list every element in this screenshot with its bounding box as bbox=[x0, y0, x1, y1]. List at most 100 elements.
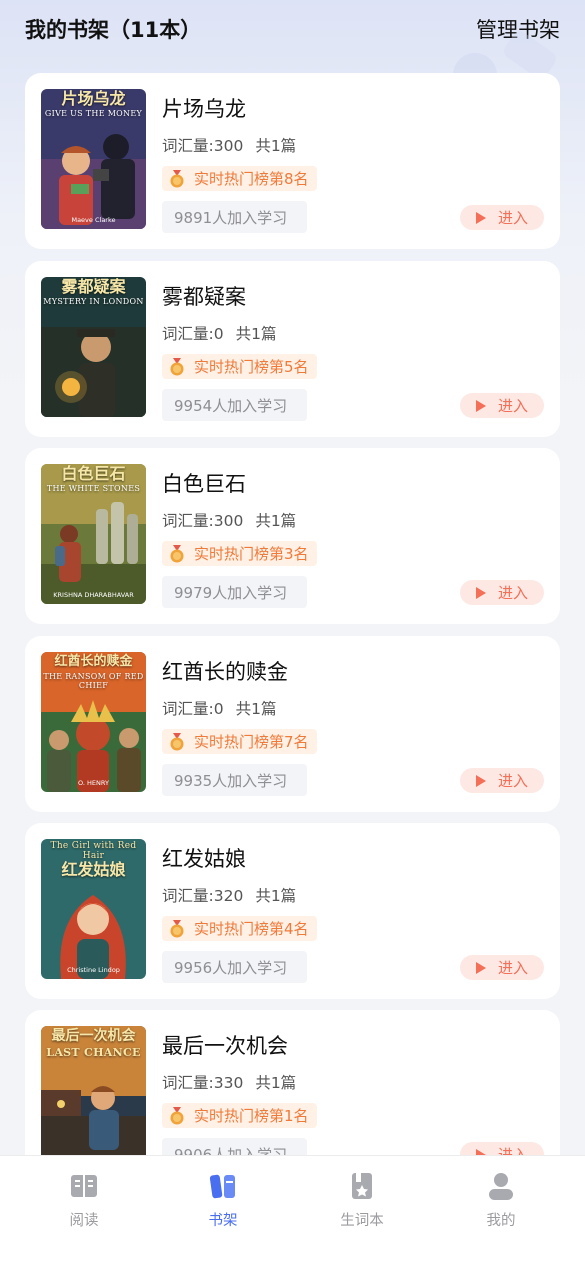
enter-label: 进入 bbox=[497, 959, 528, 977]
tab-mine[interactable]: 我的 bbox=[441, 1170, 561, 1230]
rank-text: 实时热门榜第5名 bbox=[194, 358, 309, 376]
book-card[interactable]: 红酋长的赎金 THE RANSOM OF RED CHIEF O. HENRY … bbox=[25, 636, 560, 812]
play-icon bbox=[475, 961, 486, 974]
book-card[interactable]: 白色巨石 THE WHITE STONES KRISHNA DHARABHAVA… bbox=[25, 448, 560, 624]
enter-button[interactable]: 进入 bbox=[460, 768, 544, 793]
enter-button[interactable]: 进入 bbox=[460, 580, 544, 605]
book-title[interactable]: 雾都疑案 bbox=[162, 281, 246, 311]
book-title[interactable]: 红酋长的赎金 bbox=[162, 656, 288, 686]
book-card[interactable]: 红发姑娘 The Girl with Red Hair Christine Li… bbox=[25, 823, 560, 999]
vocab-count: 词汇量:320 bbox=[162, 887, 244, 905]
rank-badge: 实时热门榜第8名 bbox=[162, 166, 317, 191]
vocab-count: 词汇量:0 bbox=[162, 325, 224, 343]
enter-label: 进入 bbox=[497, 772, 528, 790]
tab-label: 阅读 bbox=[69, 1213, 99, 1229]
cover-subtitle: MYSTERY IN LONDON bbox=[43, 297, 144, 306]
book-cover[interactable]: 最后一次机会 LAST CHANCE bbox=[41, 1026, 146, 1155]
learners-count: 9891人加入学习 bbox=[162, 201, 307, 233]
medal-icon bbox=[170, 732, 184, 750]
rank-badge: 实时热门榜第3名 bbox=[162, 541, 317, 566]
rank-text: 实时热门榜第7名 bbox=[194, 733, 309, 751]
cover-title: 红酋长的赎金 bbox=[54, 654, 133, 669]
book-meta: 词汇量:0 共1篇 bbox=[162, 322, 276, 344]
cover-title: 片场乌龙 bbox=[61, 89, 126, 108]
cover-author: KRISHNA DHARABHAVAR bbox=[53, 591, 134, 599]
enter-label: 进入 bbox=[497, 397, 528, 415]
vocab-book-icon bbox=[352, 1173, 372, 1199]
book-cover[interactable]: 红发姑娘 The Girl with Red Hair Christine Li… bbox=[41, 839, 146, 979]
book-meta: 词汇量:300 共1篇 bbox=[162, 134, 296, 156]
vocab-count: 词汇量:300 bbox=[162, 137, 244, 155]
cover-title: 雾都疑案 bbox=[61, 277, 126, 296]
play-icon bbox=[475, 774, 486, 787]
enter-label: 进入 bbox=[497, 1146, 528, 1155]
vocab-count: 词汇量:330 bbox=[162, 1074, 244, 1092]
learners-count: 9954人加入学习 bbox=[162, 389, 307, 421]
book-title[interactable]: 红发姑娘 bbox=[162, 843, 246, 873]
cover-author: Maeve Clarke bbox=[71, 216, 116, 224]
cover-title: 最后一次机会 bbox=[51, 1028, 136, 1044]
book-title[interactable]: 片场乌龙 bbox=[162, 93, 246, 123]
user-icon bbox=[489, 1173, 513, 1200]
cover-subtitle: GIVE US THE MONEY bbox=[44, 109, 143, 118]
book-meta: 词汇量:320 共1篇 bbox=[162, 884, 296, 906]
bottom-tab-bar: 阅读 书架 生词本 我的 bbox=[0, 1155, 585, 1266]
book-meta: 词汇量:330 共1篇 bbox=[162, 1071, 296, 1093]
book-card[interactable]: 片场乌龙 GIVE US THE MONEY Maeve Clarke 片场乌龙… bbox=[25, 73, 560, 249]
learners-count: 9979人加入学习 bbox=[162, 576, 307, 608]
chapter-count: 共1篇 bbox=[255, 137, 297, 155]
enter-label: 进入 bbox=[497, 209, 528, 227]
rank-text: 实时热门榜第1名 bbox=[194, 1107, 309, 1125]
play-icon bbox=[475, 399, 486, 412]
medal-icon bbox=[170, 169, 184, 187]
chapter-count: 共1篇 bbox=[255, 887, 297, 905]
enter-button[interactable]: 进入 bbox=[460, 1142, 544, 1155]
chapter-count: 共1篇 bbox=[255, 512, 297, 530]
book-cover[interactable]: 红酋长的赎金 THE RANSOM OF RED CHIEF O. HENRY bbox=[41, 652, 146, 792]
learners-count: 9956人加入学习 bbox=[162, 951, 307, 983]
bookshelf-list[interactable]: 片场乌龙 GIVE US THE MONEY Maeve Clarke 片场乌龙… bbox=[25, 73, 560, 1155]
book-meta: 词汇量:0 共1篇 bbox=[162, 697, 276, 719]
book-cover[interactable]: 雾都疑案 MYSTERY IN LONDON bbox=[41, 277, 146, 417]
chapter-count: 共1篇 bbox=[235, 325, 277, 343]
learners-count: 9906人加入学习 bbox=[162, 1138, 307, 1155]
medal-icon bbox=[170, 544, 184, 562]
cover-subtitle: THE WHITE STONES bbox=[46, 484, 141, 493]
tab-read[interactable]: 阅读 bbox=[24, 1170, 144, 1230]
tab-label: 生词本 bbox=[340, 1213, 384, 1229]
medal-icon bbox=[170, 1106, 184, 1124]
rank-text: 实时热门榜第8名 bbox=[194, 170, 309, 188]
vocab-count: 词汇量:300 bbox=[162, 512, 244, 530]
cover-subtitle: LAST CHANCE bbox=[46, 1046, 141, 1059]
tab-vocab-book[interactable]: 生词本 bbox=[302, 1170, 422, 1230]
cover-title: 白色巨石 bbox=[61, 464, 126, 483]
book-card[interactable]: 雾都疑案 MYSTERY IN LONDON 雾都疑案 词汇量:0 共1篇 实时热… bbox=[25, 261, 560, 437]
cover-title: 红发姑娘 bbox=[61, 860, 126, 879]
cover-subtitle: The Girl with Red Hair bbox=[50, 841, 137, 861]
medal-icon bbox=[170, 919, 184, 937]
book-meta: 词汇量:300 共1篇 bbox=[162, 509, 296, 531]
play-icon bbox=[475, 211, 486, 224]
book-title[interactable]: 最后一次机会 bbox=[162, 1030, 288, 1060]
book-cover[interactable]: 片场乌龙 GIVE US THE MONEY Maeve Clarke bbox=[41, 89, 146, 229]
book-card[interactable]: 最后一次机会 LAST CHANCE 最后一次机会 词汇量:330 共1篇 实时热… bbox=[25, 1010, 560, 1155]
enter-button[interactable]: 进入 bbox=[460, 205, 544, 230]
book-cover[interactable]: 白色巨石 THE WHITE STONES KRISHNA DHARABHAVA… bbox=[41, 464, 146, 604]
bookshelf-icon bbox=[209, 1174, 235, 1199]
tab-label: 我的 bbox=[486, 1213, 516, 1229]
cover-subtitle: THE RANSOM OF RED CHIEF bbox=[43, 672, 144, 690]
book-title[interactable]: 白色巨石 bbox=[162, 468, 246, 498]
cover-author: Christine Lindop bbox=[67, 966, 120, 974]
enter-button[interactable]: 进入 bbox=[460, 393, 544, 418]
rank-text: 实时热门榜第4名 bbox=[194, 920, 309, 938]
tab-bookshelf[interactable]: 书架 bbox=[163, 1170, 283, 1230]
vocab-count: 词汇量:0 bbox=[162, 700, 224, 718]
tab-label: 书架 bbox=[208, 1213, 238, 1229]
rank-badge: 实时热门榜第5名 bbox=[162, 354, 317, 379]
learners-count: 9935人加入学习 bbox=[162, 764, 307, 796]
rank-badge: 实时热门榜第4名 bbox=[162, 916, 317, 941]
rank-text: 实时热门榜第3名 bbox=[194, 545, 309, 563]
chapter-count: 共1篇 bbox=[255, 1074, 297, 1092]
enter-button[interactable]: 进入 bbox=[460, 955, 544, 980]
play-icon bbox=[475, 586, 486, 599]
